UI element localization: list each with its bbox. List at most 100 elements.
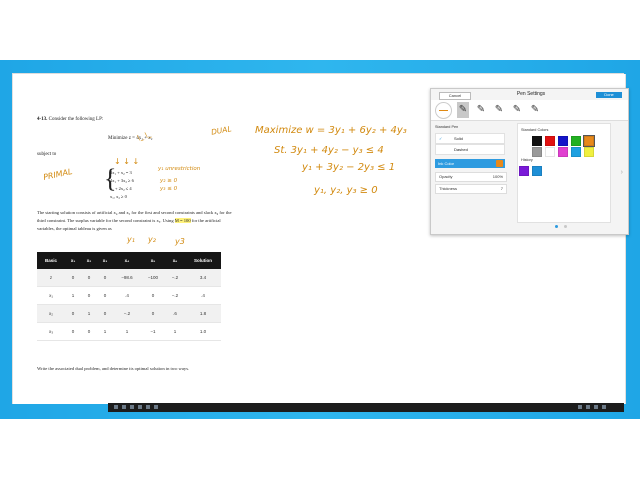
pen-tool-icon[interactable]: ✎ (475, 104, 487, 116)
color-palette: Standard Colors History (517, 123, 611, 223)
pen-tool-icon[interactable]: ✎ (457, 102, 469, 118)
cell: x₂ (37, 304, 65, 323)
done-button[interactable]: Done (596, 92, 622, 98)
ink-y1-note: y₁ unrestriction (158, 166, 201, 172)
pen-toolbar: ✎ ✎ ✎ ✎ ✎ (431, 100, 628, 121)
tray-icon[interactable] (586, 405, 590, 409)
cell: 0 (141, 304, 165, 323)
dashed-option[interactable]: Dashed (435, 144, 505, 155)
chevron-right-icon[interactable]: › (621, 169, 623, 176)
cell: 1 (65, 286, 81, 305)
cell: −.2 (165, 269, 185, 287)
table-row: z 0 0 0 −98.6 −100 −.2 3.4 (37, 269, 221, 287)
cell: x₃ (37, 322, 65, 341)
header-x3: x₃ (97, 252, 113, 269)
ink-y3-note: y₃ ≤ 0 (160, 186, 178, 192)
color-swatch[interactable] (545, 136, 555, 146)
cell: .6 (165, 304, 185, 323)
color-swatch[interactable] (545, 147, 555, 157)
color-swatch[interactable] (558, 147, 568, 157)
ink-dual-constraint-1: St. 3y₁ + 4y₂ − y₃ ≤ 4 (274, 145, 384, 156)
highlighted-m-value: M = 100 (174, 217, 191, 223)
cell: x₁ (37, 286, 65, 305)
dashed-label: Dashed (454, 147, 468, 152)
problem-text: Consider the following LP: (48, 117, 104, 122)
ink-arrows: ↓ ↓ ↓ (114, 157, 140, 166)
cell: z (37, 269, 65, 287)
starting-solution-paragraph: The starting solution consists of artifi… (37, 210, 232, 231)
page-dot-active[interactable] (555, 225, 558, 228)
cell: 1 (97, 322, 113, 341)
eraser-tool-icon[interactable]: ✎ (529, 104, 541, 116)
constraint-1: 3x₁ + x₂ = 3 (110, 170, 132, 175)
color-swatch[interactable] (583, 135, 595, 147)
taskbar-app-icon[interactable] (114, 405, 118, 409)
standard-pen-label: Standard Pen (435, 125, 459, 129)
table-row: x₂ 0 1 0 −.2 0 .6 1.8 (37, 304, 221, 323)
solid-label: Solid (454, 136, 463, 141)
history-color-swatch[interactable] (532, 166, 542, 176)
cell: 0 (81, 269, 97, 287)
thickness-value: 7 (500, 186, 503, 191)
tableau-header-row: Basic x₁ x₂ x₃ x₄ x₅ x₆ Solution (37, 252, 221, 269)
subject-to-label: subject to (37, 152, 57, 157)
opacity-field[interactable]: Opacity 100% (435, 172, 507, 182)
cell: 3.4 (185, 269, 221, 287)
taskbar-app-icon[interactable] (154, 405, 158, 409)
history-color-swatch[interactable] (519, 166, 529, 176)
tray-icon[interactable] (578, 405, 582, 409)
cell: .4 (113, 286, 141, 305)
page-dot[interactable] (564, 225, 567, 228)
pen-tool-icon[interactable]: ✎ (493, 104, 505, 116)
tray-icon[interactable] (594, 405, 598, 409)
constraint-2: 4x₁ + 3x₂ ≥ 6 (110, 178, 134, 183)
cell: 1 (81, 304, 97, 323)
header-x5: x₅ (141, 252, 165, 269)
highlighter-tool-icon[interactable]: ✎ (511, 104, 523, 116)
cell: 0 (81, 322, 97, 341)
cell: 0 (65, 304, 81, 323)
color-swatch[interactable] (532, 136, 542, 146)
tray-icon[interactable] (602, 405, 606, 409)
header-basic: Basic (37, 252, 65, 269)
ink-dual-constraint-2: y₁ + 3y₂ − 2y₃ ≤ 1 (302, 162, 396, 173)
ink-y2-note: y₂ ≥ 0 (160, 178, 178, 184)
taskbar-app-icon[interactable] (138, 405, 142, 409)
cell: 0 (81, 286, 97, 305)
standard-colors-label: Standard Colors (521, 128, 549, 132)
color-swatch[interactable] (571, 136, 581, 146)
thickness-field[interactable]: Thickness 7 (435, 184, 507, 194)
table-row: x₁ 1 0 0 .4 0 −.2 .4 (37, 286, 221, 305)
cell: −.2 (113, 304, 141, 323)
color-swatch[interactable] (558, 136, 568, 146)
header-x4: x₄ (113, 252, 141, 269)
header-x6: x₆ (165, 252, 185, 269)
problem-number: 4-13. (37, 117, 48, 122)
color-swatch[interactable] (532, 147, 542, 157)
pen-settings-title: Pen Settings (516, 91, 546, 97)
taskbar-app-icon[interactable] (146, 405, 150, 409)
color-swatch[interactable] (584, 147, 594, 157)
cancel-button[interactable]: Cancel (439, 92, 471, 100)
optimal-tableau: Basic x₁ x₂ x₃ x₄ x₅ x₆ Solution z 0 0 0… (37, 252, 221, 341)
cell: −1 (141, 322, 165, 341)
ink-color-swatch (496, 160, 503, 167)
color-swatch[interactable] (571, 147, 581, 157)
cell: 1 (113, 322, 141, 341)
header-x2: x₂ (81, 252, 97, 269)
header-solution: Solution (185, 252, 221, 269)
checkmark-icon: ✓ (439, 136, 443, 141)
opacity-label: Opacity (439, 174, 453, 179)
header-x1: x₁ (65, 252, 81, 269)
taskbar-app-icon[interactable] (130, 405, 134, 409)
solid-option[interactable]: ✓ Solid (435, 133, 505, 144)
cell: 1.0 (185, 322, 221, 341)
cell: 0 (141, 286, 165, 305)
ink-color-row[interactable]: Ink Color (435, 159, 505, 168)
thickness-label: Thickness (439, 186, 458, 191)
taskbar-app-icon[interactable] (122, 405, 126, 409)
cell: 1.8 (185, 304, 221, 323)
pen-settings-panel: Cancel Pen Settings Done ✎ ✎ ✎ ✎ ✎ Stand… (430, 88, 629, 235)
ink-dual-objective: Maximize w = 3y₁ + 6y₂ + 4y₃ (255, 125, 407, 136)
history-label: History (521, 158, 533, 162)
